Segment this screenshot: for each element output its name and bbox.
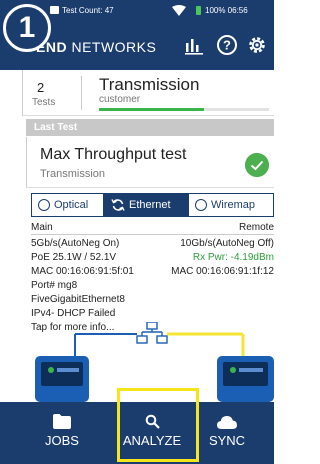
radio-icon [38, 199, 50, 211]
details-header: Main Remote [31, 222, 274, 235]
svg-text:?: ? [223, 38, 231, 53]
pass-check-icon [245, 153, 269, 177]
gear-icon[interactable] [246, 34, 268, 56]
remote-rx-power: Rx Pwr: -4.19dBm [192, 252, 274, 263]
tests-label: Tests [32, 97, 56, 108]
main-line: FiveGigabitEthernet8 [31, 294, 125, 305]
folder-icon [53, 414, 71, 429]
tab-ethernet[interactable]: Ethernet [104, 193, 188, 217]
brand-rest: NETWORKS [71, 39, 157, 55]
nav-jobs-label: JOBS [45, 433, 79, 448]
job-progress-bar [99, 108, 269, 111]
wifi-icon [172, 5, 186, 16]
status-square-icon [50, 6, 59, 14]
radio-icon [195, 199, 207, 211]
last-test-title: Max Throughput test [40, 146, 187, 163]
nav-sync-label: SYNC [208, 433, 246, 448]
main-header: Main [31, 222, 53, 233]
analyze-highlight [117, 388, 199, 462]
remote-device-icon [217, 356, 274, 402]
tab-optical-label: Optical [54, 199, 89, 211]
job-summary-card[interactable]: 2 Tests Transmission customer [22, 70, 274, 116]
main-line: Port# mg8 [31, 280, 78, 291]
tab-wiremap-label: Wiremap [211, 199, 256, 211]
tab-wiremap[interactable]: Wiremap [188, 193, 274, 217]
remote-line: 10Gb/s(AutoNeg Off) [180, 238, 274, 249]
brand-logo: END NETWORKS [36, 39, 156, 55]
network-switch-icon [136, 322, 168, 344]
remote-header: Remote [238, 222, 274, 233]
tests-count: 2 [37, 80, 45, 95]
main-line: MAC 00:16:06:91:5f:01 [31, 266, 134, 277]
main-line: IPv4- DHCP Failed [31, 308, 116, 319]
tab-optical[interactable]: Optical [31, 193, 104, 217]
main-device-icon [35, 356, 89, 402]
refresh-icon [111, 199, 125, 211]
last-test-header: Last Test [26, 119, 274, 136]
divider [81, 76, 82, 110]
main-line: 5Gb/s(AutoNeg On) [31, 238, 120, 249]
main-line: PoE 25.1W / 52.1V [31, 252, 117, 263]
help-icon[interactable]: ? [216, 34, 238, 56]
job-progress-fill [99, 108, 205, 111]
job-title: Transmission [99, 75, 200, 94]
chart-icon[interactable] [183, 34, 205, 56]
result-tabs: Optical Ethernet Wiremap [31, 193, 274, 217]
job-subtitle: customer [99, 94, 141, 105]
test-count-text: Test Count: 47 [62, 6, 114, 15]
nav-jobs[interactable]: JOBS [32, 402, 92, 464]
cloud-icon [217, 416, 237, 429]
battery-icon [196, 6, 201, 15]
battery-time-text: 100% 06:56 [205, 6, 248, 15]
tab-ethernet-label: Ethernet [129, 199, 171, 211]
last-test-card[interactable]: Max Throughput test Transmission [26, 137, 274, 188]
step-number-badge: 1 [3, 4, 51, 52]
last-test-subtitle: Transmission [40, 168, 105, 180]
nav-sync[interactable]: SYNC [196, 402, 258, 464]
remote-line: MAC 00:16:06:91:1f:12 [171, 266, 274, 277]
